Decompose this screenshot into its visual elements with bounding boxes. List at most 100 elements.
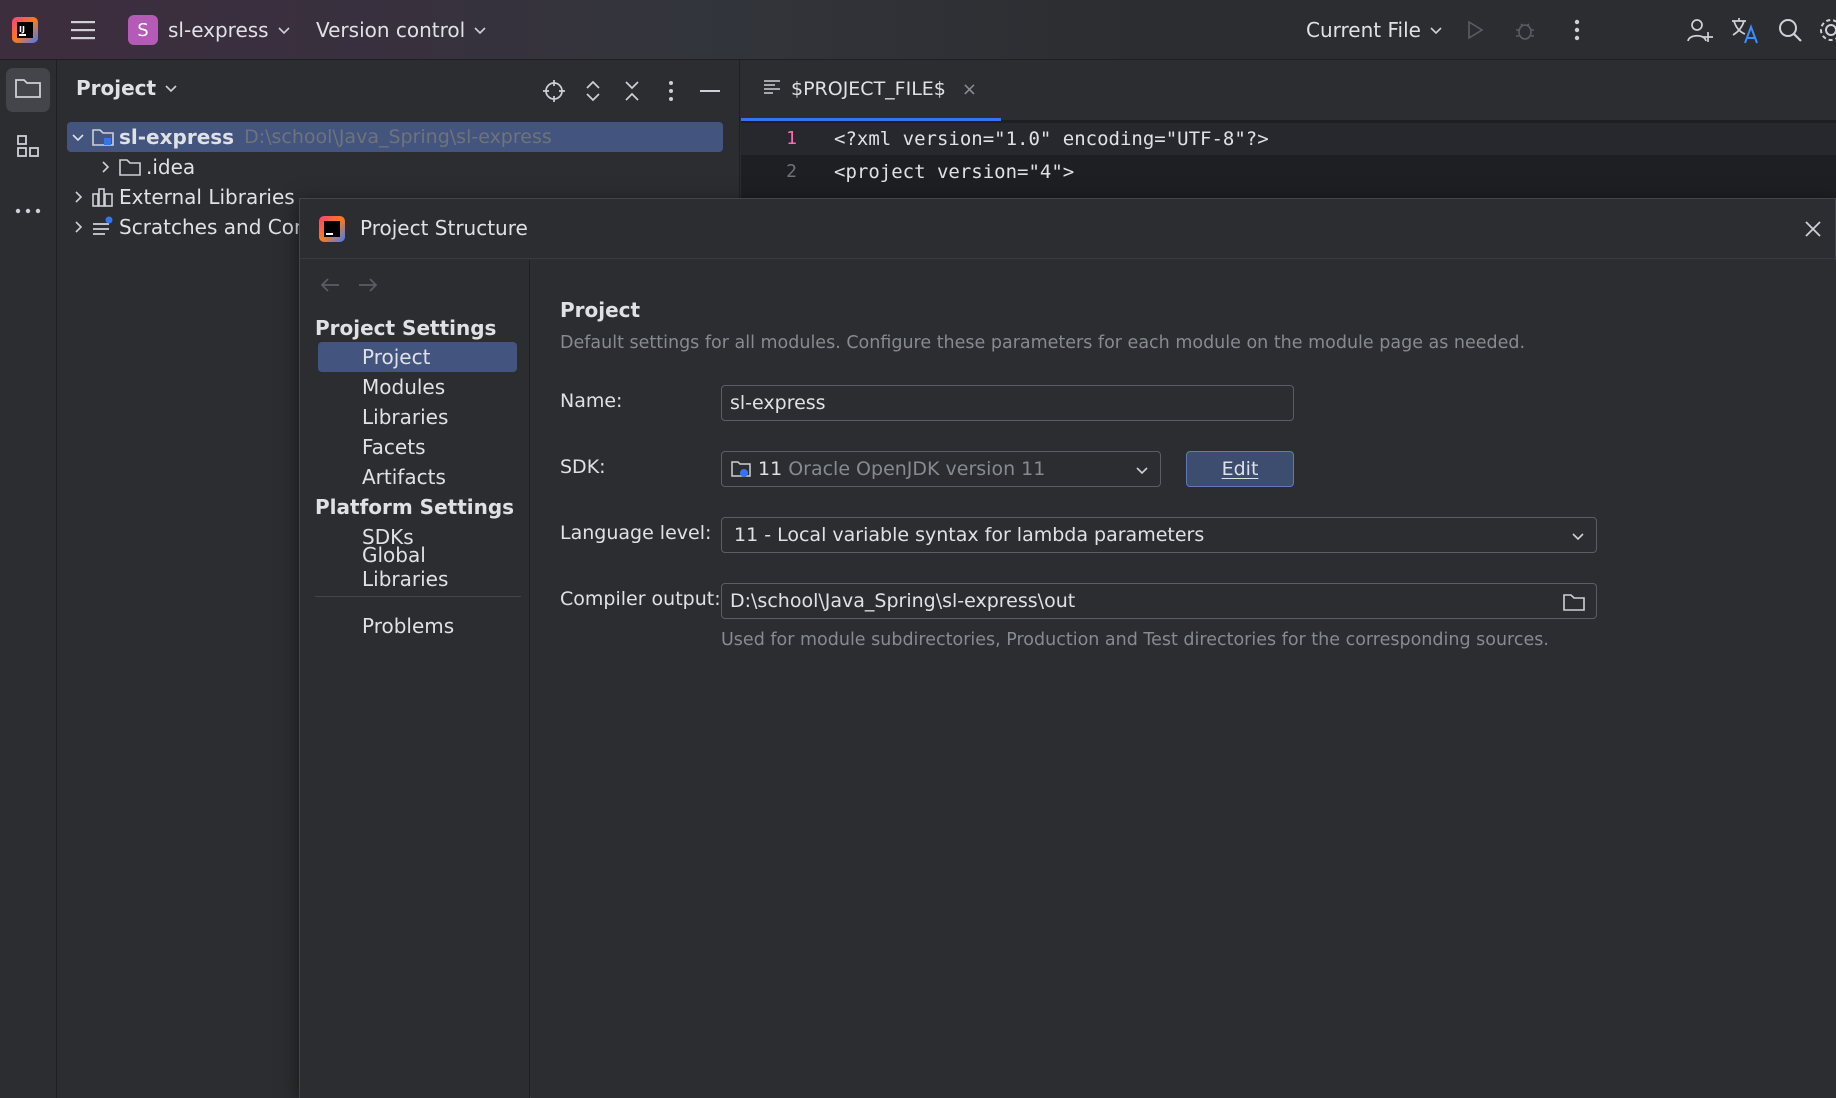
text-file-icon [763,78,781,100]
intellij-logo-icon [318,215,346,243]
search-icon[interactable] [1775,15,1805,45]
project-panel-header: Project [57,60,740,120]
structure-tool-button[interactable] [6,126,50,170]
dialog-content: Project Default settings for all modules… [531,260,1836,1098]
sdk-dropdown[interactable]: 11 Oracle OpenJDK version 11 [721,451,1161,487]
code-line[interactable]: <?xml version="1.0" encoding="UTF-8"?> [834,123,1269,155]
project-switcher[interactable]: S sl-express [128,0,291,60]
project-settings-header: Project Settings [315,316,497,340]
collapse-all-icon[interactable] [619,78,645,104]
name-field-value: sl-express [730,392,826,414]
chevron-right-icon[interactable] [94,156,116,178]
locate-icon[interactable] [541,78,567,104]
editor-tab-bar: $PROJECT_FILE$ × [741,60,1836,121]
translate-icon[interactable] [1730,15,1760,45]
tree-row-scratches[interactable]: Scratches and Cons [67,212,317,242]
folder-icon [118,155,142,179]
sdk-name: Oracle OpenJDK version 11 [788,458,1046,480]
project-structure-dialog: Project Structure Project Settings Proje… [299,198,1836,1098]
tree-idea-label: .idea [146,155,196,179]
tree-project-path: D:\school\Java_Spring\sl-express [244,126,552,148]
line-number: 1 [786,128,797,149]
compiler-output-hint: Used for module subdirectories, Producti… [721,630,1549,650]
platform-settings-header: Platform Settings [315,495,515,519]
compiler-output-value: D:\school\Java_Spring\sl-express\out [730,590,1076,612]
close-icon[interactable] [1800,216,1826,242]
tool-window-strip [0,60,57,1098]
project-view-selector[interactable]: Project [76,76,178,100]
chevron-down-icon [164,81,178,95]
scratches-icon [91,215,115,239]
sidebar-item-artifacts[interactable]: Artifacts [318,462,517,492]
project-badge: S [128,15,158,45]
module-folder-icon [91,125,115,149]
run-config-label: Current File [1306,18,1421,42]
tree-row-external-libraries[interactable]: External Libraries [67,182,295,212]
run-config-selector[interactable]: Current File [1306,0,1443,60]
options-icon[interactable] [658,78,684,104]
sdk-label: SDK: [560,456,606,478]
intellij-logo-icon[interactable]: IJ [10,15,40,45]
section-description: Default settings for all modules. Config… [560,333,1526,353]
project-panel-title: Project [76,76,157,100]
settings-gear-icon[interactable] [1816,15,1836,45]
edit-sdk-button[interactable]: Edit [1186,451,1294,487]
chevron-down-icon [1134,462,1150,478]
editor-tab-project-file[interactable]: $PROJECT_FILE$ × [741,60,1001,121]
dialog-title-bar: Project Structure [300,199,1836,259]
add-user-icon[interactable] [1685,15,1715,45]
hide-panel-icon[interactable] [697,78,723,104]
project-tool-button[interactable] [6,68,50,112]
sdk-version: 11 [758,458,783,480]
chevron-right-icon[interactable] [67,216,89,238]
sidebar-item-problems[interactable]: Problems [318,611,517,641]
main-toolbar: IJ S sl-express Version control Current … [0,0,1836,60]
compiler-output-field[interactable]: D:\school\Java_Spring\sl-express\out [721,583,1597,619]
run-icon[interactable] [1460,15,1490,45]
editor-tab-label: $PROJECT_FILE$ [791,78,946,100]
chevron-down-icon [277,23,291,37]
language-level-value: 11 - Local variable syntax for lambda pa… [734,524,1205,546]
sidebar-item-project[interactable]: Project [318,342,517,372]
sidebar-item-modules[interactable]: Modules [318,372,517,402]
name-label: Name: [560,390,623,412]
sidebar-item-facets[interactable]: Facets [318,432,517,462]
tree-row-idea[interactable]: .idea [94,152,195,182]
expand-all-icon[interactable] [580,78,606,104]
code-line[interactable]: <project version="4"> [834,156,1074,188]
sidebar-item-global-libraries[interactable]: Global Libraries [318,543,517,591]
main-menu-icon[interactable] [68,15,98,45]
compiler-output-label: Compiler output: [560,588,721,610]
dialog-sidebar: Project Settings Project Modules Librari… [300,260,530,1098]
chevron-down-icon[interactable] [67,126,89,148]
close-tab-icon[interactable]: × [962,79,977,100]
name-field[interactable]: sl-express [721,385,1294,421]
chevron-right-icon[interactable] [67,186,89,208]
language-level-dropdown[interactable]: 11 - Local variable syntax for lambda pa… [721,517,1597,553]
debug-icon[interactable] [1510,15,1540,45]
more-tools-button[interactable] [6,186,50,230]
library-icon [91,185,115,209]
dialog-title: Project Structure [360,216,528,240]
chevron-down-icon [1429,23,1443,37]
edit-sdk-button-label: Edit [1221,458,1259,480]
more-actions-icon[interactable] [1562,15,1592,45]
more-horizontal-icon [15,199,41,218]
project-name: sl-express [168,18,269,42]
tree-row-project-root[interactable]: sl-express D:\school\Java_Spring\sl-expr… [67,122,723,152]
chevron-down-icon [1570,528,1586,544]
back-arrow-icon[interactable] [317,272,343,298]
sdk-folder-icon [730,459,752,479]
sidebar-divider [315,596,521,597]
browse-folder-icon[interactable] [1562,591,1586,613]
svg-text:IJ: IJ [19,25,25,34]
sidebar-item-libraries[interactable]: Libraries [318,402,517,432]
section-title: Project [560,298,641,322]
language-level-label: Language level: [560,522,712,544]
tree-external-libraries-label: External Libraries [119,185,295,209]
forward-arrow-icon[interactable] [355,272,381,298]
chevron-down-icon [473,23,487,37]
line-number: 2 [786,161,797,182]
version-control-label: Version control [316,18,466,42]
version-control-menu[interactable]: Version control [316,0,487,60]
